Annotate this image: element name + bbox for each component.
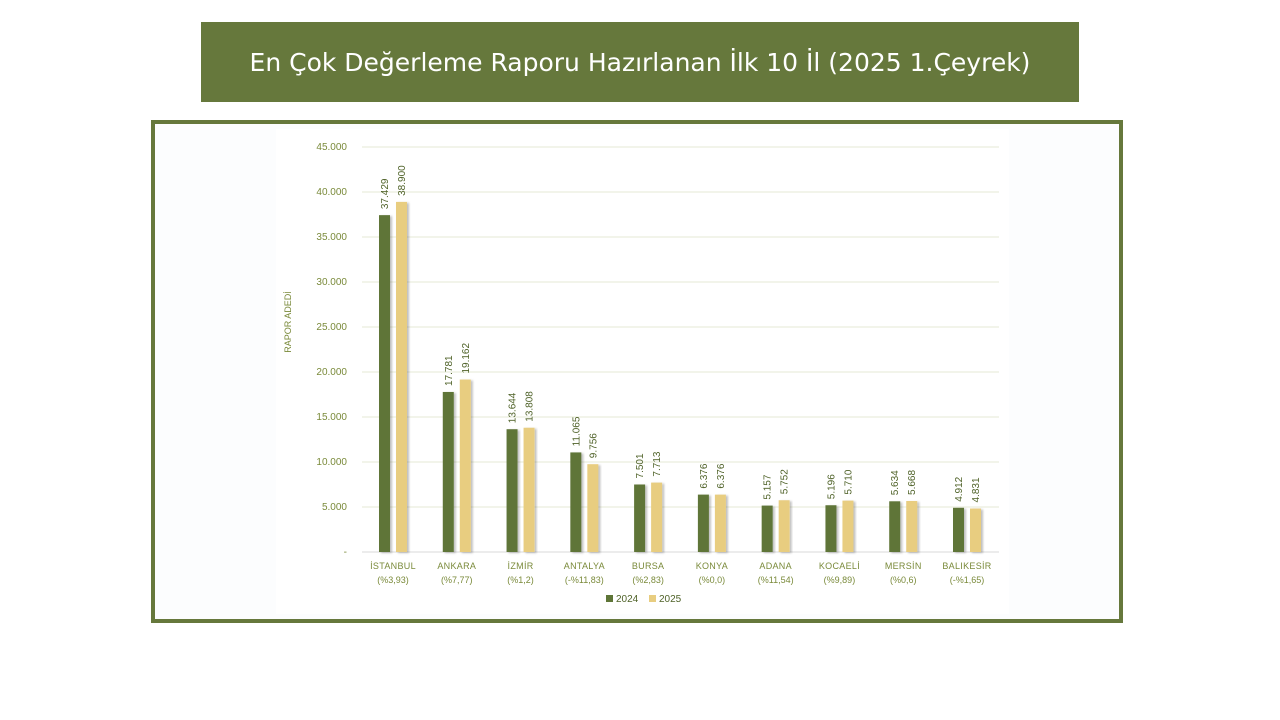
x-tick-label: İSTANBUL bbox=[370, 561, 416, 571]
bar-2024 bbox=[697, 494, 709, 552]
data-label: 17.781 bbox=[444, 355, 455, 386]
bar-2024 bbox=[442, 391, 454, 552]
data-label: 5.157 bbox=[763, 474, 774, 499]
bar-2024 bbox=[506, 429, 518, 552]
x-tick-label: MERSİN bbox=[885, 561, 922, 571]
y-tick-label: 25.000 bbox=[316, 322, 347, 333]
x-tick-label: İZMİR bbox=[508, 561, 534, 571]
y-tick-label: 5.000 bbox=[322, 502, 347, 513]
bar-2024 bbox=[889, 501, 901, 552]
bar-2025 bbox=[970, 508, 981, 552]
x-tick-label: KONYA bbox=[696, 561, 728, 571]
y-tick-label: 15.000 bbox=[316, 412, 347, 423]
y-tick-label: 30.000 bbox=[316, 277, 347, 288]
x-tick-sublabel: (%7,77) bbox=[441, 575, 473, 585]
y-tick-label: 20.000 bbox=[316, 367, 347, 378]
bar-2025 bbox=[396, 201, 407, 552]
x-tick-label: BALIKESİR bbox=[942, 561, 991, 571]
bar-2024 bbox=[761, 505, 773, 552]
bar-2025 bbox=[587, 464, 599, 552]
title-banner: En Çok Değerleme Raporu Hazırlanan İlk 1… bbox=[201, 22, 1079, 102]
bar-2024 bbox=[825, 505, 837, 552]
x-tick-label: ANKARA bbox=[437, 561, 476, 571]
data-label: 13.808 bbox=[525, 391, 536, 422]
y-tick-label: 45.000 bbox=[316, 142, 347, 153]
data-label: 38.900 bbox=[397, 165, 408, 196]
x-tick-sublabel: (%1,2) bbox=[507, 575, 534, 585]
bar-2025 bbox=[714, 494, 726, 552]
data-label: 6.376 bbox=[716, 463, 727, 488]
bar-2025 bbox=[842, 500, 854, 552]
bar-2024 bbox=[379, 215, 390, 552]
data-label: 9.756 bbox=[588, 433, 599, 458]
data-label: 5.668 bbox=[907, 470, 918, 495]
y-tick-label: 40.000 bbox=[316, 187, 347, 198]
bar-2025 bbox=[778, 500, 790, 552]
y-tick-label: - bbox=[344, 547, 347, 558]
data-label: 7.501 bbox=[635, 453, 646, 478]
data-label: 37.429 bbox=[380, 178, 391, 209]
data-label: 6.376 bbox=[699, 463, 710, 488]
data-label: 7.713 bbox=[652, 451, 663, 476]
bar-2025 bbox=[523, 427, 535, 552]
bar-2025 bbox=[651, 482, 663, 552]
bar-2024 bbox=[634, 484, 646, 552]
x-tick-sublabel: (%3,93) bbox=[377, 575, 409, 585]
x-tick-sublabel: (-%1,65) bbox=[950, 575, 985, 585]
x-tick-sublabel: (%0,0) bbox=[699, 575, 726, 585]
x-tick-label: ANTALYA bbox=[564, 561, 605, 571]
x-tick-label: ADANA bbox=[759, 561, 792, 571]
data-label: 13.644 bbox=[508, 392, 519, 423]
data-label: 5.634 bbox=[890, 470, 901, 495]
bar-2024 bbox=[953, 507, 964, 552]
data-label: 19.162 bbox=[461, 343, 472, 374]
x-tick-sublabel: (%11,54) bbox=[758, 575, 794, 585]
y-tick-label: 10.000 bbox=[316, 457, 347, 468]
y-tick-label: 35.000 bbox=[316, 232, 347, 243]
legend-swatch-2024 bbox=[606, 595, 613, 602]
chart-frame: - 5.000 10.000 15.000 20.000 25.000 30.000 35.0… bbox=[151, 120, 1123, 623]
x-tick-sublabel: (%9,89) bbox=[824, 575, 856, 585]
chart-area: - 5.000 10.000 15.000 20.000 25.000 30.000 35.0… bbox=[276, 129, 1009, 614]
x-tick-label: BURSA bbox=[632, 561, 665, 571]
page-title: En Çok Değerleme Raporu Hazırlanan İlk 1… bbox=[249, 47, 1031, 77]
data-label: 5.710 bbox=[843, 469, 854, 494]
bar-chart: - 5.000 10.000 15.000 20.000 25.000 30.000 35.0… bbox=[283, 142, 999, 605]
x-tick-sublabel: (-%11,83) bbox=[565, 575, 604, 585]
legend-label: 2025 bbox=[659, 594, 682, 605]
bar-2024 bbox=[570, 452, 582, 552]
data-label: 5.752 bbox=[780, 469, 791, 494]
x-tick-label: KOCAELİ bbox=[819, 561, 860, 571]
x-tick-sublabel: (%0,6) bbox=[890, 575, 917, 585]
data-label: 5.196 bbox=[826, 474, 837, 499]
bar-2025 bbox=[459, 379, 471, 552]
bar-2025 bbox=[906, 500, 918, 552]
y-axis-label: RAPOR ADEDİ bbox=[283, 291, 293, 353]
legend-label: 2024 bbox=[616, 594, 639, 605]
legend-swatch-2025 bbox=[649, 595, 656, 602]
x-tick-sublabel: (%2,83) bbox=[632, 575, 664, 585]
data-label: 11.065 bbox=[571, 416, 582, 446]
data-label: 4.831 bbox=[971, 477, 982, 502]
data-label: 4.912 bbox=[954, 476, 965, 501]
